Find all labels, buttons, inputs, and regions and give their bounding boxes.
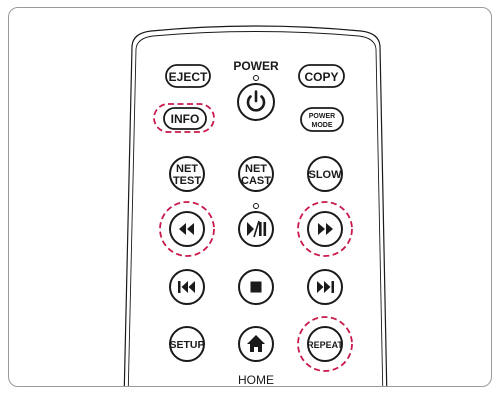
power-caption: POWER (233, 59, 279, 73)
home-button[interactable] (238, 326, 274, 362)
eject-button[interactable]: EJECT (165, 64, 211, 88)
net-cast-label-line1: NET (245, 163, 267, 175)
power-mode-label-line2: MODE (312, 122, 333, 129)
power-mode-button[interactable]: POWER MODE (300, 107, 344, 132)
net-test-button[interactable]: NET TEST (169, 156, 205, 192)
stop-button[interactable] (238, 269, 274, 305)
info-label: INFO (171, 112, 200, 126)
net-test-label-line2: TEST (173, 175, 201, 187)
net-test-label-line1: NET (176, 163, 198, 175)
slow-button[interactable]: SLOW (307, 156, 343, 192)
skip-back-button[interactable] (169, 269, 205, 305)
home-caption: HOME (238, 373, 274, 387)
remote-control: EJECT POWER COPY INFO POWER MODE NET TES… (123, 25, 388, 387)
copy-label: COPY (304, 70, 338, 84)
power-mode-label-line1: POWER (309, 113, 335, 120)
figure-frame: EJECT POWER COPY INFO POWER MODE NET TES… (8, 7, 492, 387)
info-button[interactable]: INFO (163, 107, 207, 130)
stop-icon (250, 281, 262, 293)
fast-forward-button[interactable] (307, 211, 343, 247)
copy-button[interactable]: COPY (298, 64, 345, 88)
setup-label: SETUP (169, 339, 204, 351)
repeat-label: REPEAT (307, 340, 343, 350)
rewind-button[interactable] (169, 211, 205, 247)
repeat-button[interactable]: REPEAT (307, 326, 343, 362)
slow-label: SLOW (309, 169, 343, 181)
net-cast-button[interactable]: NET CAST (238, 156, 274, 192)
skip-forward-button[interactable] (307, 269, 343, 305)
setup-button[interactable]: SETUP (169, 326, 205, 362)
net-cast-label-line2: CAST (241, 175, 271, 187)
eject-label: EJECT (169, 70, 208, 84)
